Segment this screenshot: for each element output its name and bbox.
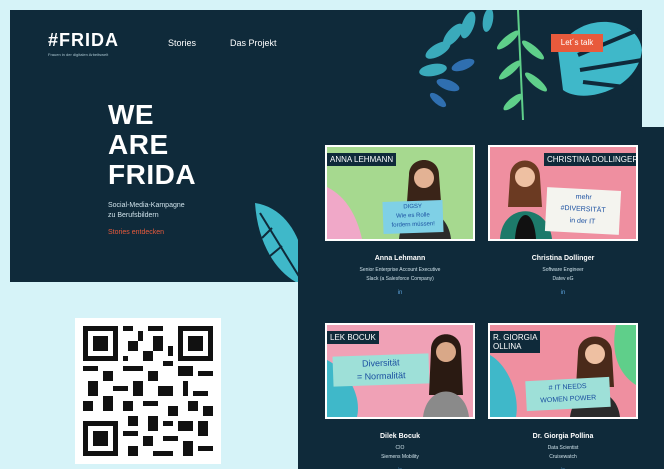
person-name: Anna Lehmann bbox=[374, 255, 426, 262]
person-company: Siemens Mobility bbox=[381, 454, 419, 460]
subtitle-line-2: zu Berufsbildern bbox=[108, 212, 159, 219]
story-card-dilek[interactable]: LEK BOCUK Diversität = Normalität Dilek … bbox=[325, 323, 475, 469]
linkedin-icon[interactable]: in bbox=[488, 290, 638, 296]
story-photo[interactable]: CHRISTINA DOLLINGER mehr #DIVERSITÄT in … bbox=[488, 145, 638, 241]
person-company: Cruisewatch bbox=[549, 454, 577, 460]
person-company: Datev eG bbox=[552, 276, 574, 282]
person-role: Senior Enterprise Account Executive bbox=[359, 267, 441, 273]
logo-tagline: Frauen in der digitalen Arbeitswelt bbox=[48, 52, 109, 57]
photo-name-label: ANNA LEHMANN bbox=[327, 153, 397, 166]
qr-code[interactable] bbox=[75, 318, 221, 464]
frida-logo[interactable]: #FRIDA Frauen in der digitalen Arbeitswe… bbox=[48, 30, 119, 57]
protest-sign: Diversität = Normalität bbox=[332, 353, 430, 387]
protest-sign: DIGSY Wie es Rolle fordern müssen! bbox=[382, 199, 444, 235]
story-card-anna[interactable]: ANNA LEHMANN DIGSY Wie es Rolle fordern … bbox=[325, 145, 475, 296]
story-photo[interactable]: R. GIORGIA OLLINA # IT NEEDS WOMEN POWER bbox=[488, 323, 638, 419]
protest-sign: # IT NEEDS WOMEN POWER bbox=[525, 376, 611, 412]
sign-line: fordern müssen! bbox=[391, 221, 436, 229]
person-name: Christina Dollinger bbox=[531, 255, 595, 262]
person-role: Data Scientist bbox=[547, 445, 579, 451]
headline-line-3: FRIDA bbox=[108, 159, 197, 190]
nav-das-projekt[interactable]: Das Projekt bbox=[230, 38, 277, 48]
sign-line: in der IT bbox=[569, 217, 596, 226]
nav-stories[interactable]: Stories bbox=[168, 38, 196, 48]
story-photo[interactable]: ANNA LEHMANN DIGSY Wie es Rolle fordern … bbox=[325, 145, 475, 241]
qr-code-graphic bbox=[83, 326, 213, 456]
person-role: CIO bbox=[395, 445, 405, 451]
logo-text: #FRIDA bbox=[48, 30, 120, 50]
photo-name-label: LEK BOCUK bbox=[327, 331, 379, 344]
stories-cards-panel: ANNA LEHMANN DIGSY Wie es Rolle fordern … bbox=[298, 127, 664, 469]
photo-name-label: CHRISTINA DOLLINGER bbox=[544, 153, 636, 166]
story-card-christina[interactable]: CHRISTINA DOLLINGER mehr #DIVERSITÄT in … bbox=[488, 145, 638, 296]
person-name: Dilek Bocuk bbox=[379, 433, 421, 440]
story-card-giorgia[interactable]: R. GIORGIA OLLINA # IT NEEDS WOMEN POWER… bbox=[488, 323, 638, 469]
person-role: Software Engineer bbox=[542, 267, 584, 273]
headline-line-2: ARE bbox=[108, 129, 169, 160]
headline-line-1: WE bbox=[108, 99, 155, 130]
hero-headline: WE ARE FRIDA bbox=[108, 100, 196, 190]
person-company: Slack (a Salesforce Company) bbox=[366, 276, 434, 282]
hero-subtitle: Social-Media-Kampagne zu Berufsbildern bbox=[108, 201, 218, 221]
protest-sign: mehr #DIVERSITÄT in der IT bbox=[544, 187, 622, 235]
sign-line: = Normalität bbox=[356, 370, 406, 382]
person-name: Dr. Giorgia Pollina bbox=[532, 433, 594, 440]
story-photo[interactable]: LEK BOCUK Diversität = Normalität bbox=[325, 323, 475, 419]
stories-entdecken-link[interactable]: Stories entdecken bbox=[108, 229, 164, 236]
subtitle-line-1: Social-Media-Kampagne bbox=[108, 202, 185, 209]
linkedin-icon[interactable]: in bbox=[325, 290, 475, 296]
leaf-decoration bbox=[419, 10, 642, 121]
photo-name-label: R. GIORGIA OLLINA bbox=[490, 331, 541, 353]
lets-talk-button[interactable]: Let´s talk bbox=[551, 34, 603, 52]
